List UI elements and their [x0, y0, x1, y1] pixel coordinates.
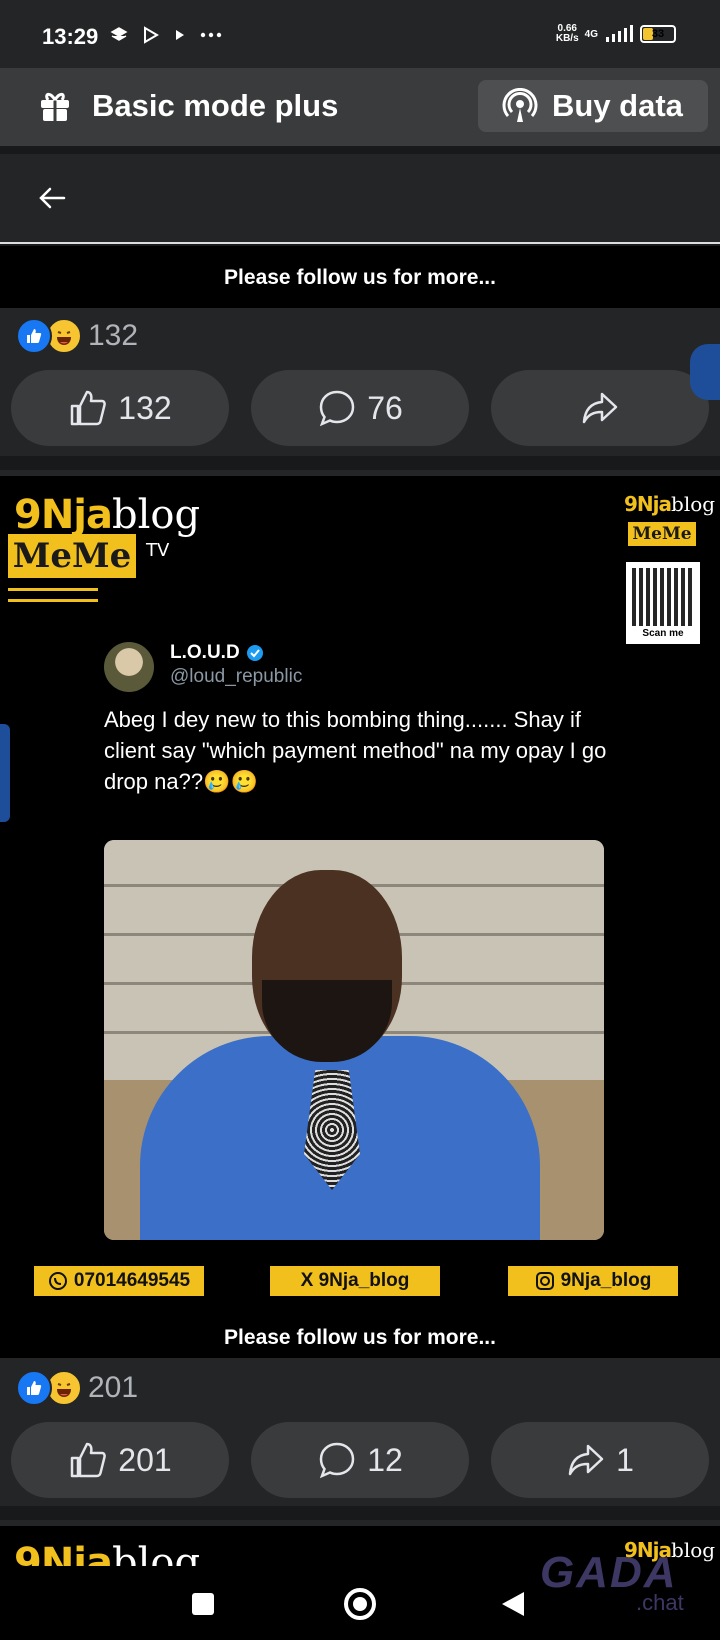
qr-code: Scan me	[626, 562, 700, 644]
brand-logo: 9Njablog	[14, 1540, 201, 1566]
comment-count: 76	[367, 389, 403, 426]
thumbs-up-icon	[71, 1442, 107, 1478]
verified-badge-icon	[246, 645, 263, 661]
reaction-summary[interactable]: 132	[16, 318, 138, 354]
like-count: 201	[118, 1441, 172, 1478]
whatsapp-icon	[48, 1272, 67, 1290]
brand-logo: 9Njablog	[14, 492, 201, 538]
comment-button[interactable]: 12	[251, 1422, 469, 1498]
whatsapp-contact: 07014649545	[34, 1266, 204, 1296]
broadcast-icon	[502, 88, 538, 122]
battery-icon: 33	[640, 25, 676, 43]
back-arrow-icon[interactable]	[36, 182, 68, 214]
post-divider	[0, 1506, 720, 1520]
qr-pattern	[632, 568, 694, 626]
comment-icon	[319, 390, 355, 427]
image-caption: Please follow us for more...	[224, 1326, 496, 1349]
reaction-count: 132	[88, 319, 139, 352]
home-icon[interactable]	[344, 1588, 376, 1620]
qr-label: Scan me	[642, 628, 684, 639]
avatar	[104, 642, 154, 692]
translate-bubble[interactable]	[690, 344, 720, 400]
share-icon	[568, 1444, 604, 1476]
image-caption: Please follow us for more...	[224, 266, 496, 289]
back-icon[interactable]	[502, 1592, 524, 1616]
layers-icon	[110, 27, 128, 41]
like-reaction-icon	[16, 318, 52, 354]
network-type: 4G	[584, 28, 598, 40]
status-notification-icons	[110, 26, 222, 44]
play-store-icon	[144, 26, 159, 44]
comment-count: 12	[367, 1441, 403, 1478]
tv-label: TV	[146, 540, 170, 561]
like-button[interactable]: 201	[11, 1422, 229, 1498]
thumbs-up-icon	[71, 390, 107, 426]
battery-level: 33	[651, 28, 665, 40]
status-time: 13:29	[42, 24, 99, 49]
reaction-count: 201	[88, 1371, 139, 1404]
instagram-icon	[535, 1272, 554, 1290]
like-button[interactable]: 132	[11, 370, 229, 446]
share-button[interactable]: 1	[491, 1422, 709, 1498]
buy-data-label: Buy data	[552, 88, 683, 123]
meme-badge-small: MeMe	[628, 522, 696, 546]
tweet-handle: @loud_republic	[170, 666, 303, 687]
x-contact: X 9Nja_blog	[270, 1266, 440, 1296]
play-icon	[176, 30, 184, 40]
edge-panel-handle[interactable]	[0, 724, 10, 822]
like-count: 132	[118, 389, 172, 426]
brand-lines	[8, 588, 98, 602]
post-image-bottom[interactable]: Please follow us for more...	[0, 246, 720, 308]
watermark-sub: .chat	[636, 1590, 684, 1615]
top-nav-bar	[0, 154, 720, 244]
like-reaction-icon	[16, 1370, 52, 1406]
brand-logo-small: 9Njablog	[624, 492, 716, 516]
tweet-photo	[104, 840, 604, 1240]
status-right-group: 0.66 KB/s 4G 33	[556, 24, 676, 44]
share-count: 1	[616, 1441, 634, 1478]
buy-data-button[interactable]: Buy data	[478, 80, 708, 132]
post-image[interactable]: 9Njablog MeMe TV 9Njablog MeMe Scan me L…	[0, 476, 720, 1358]
post-divider	[0, 456, 720, 470]
reaction-summary[interactable]: 201	[16, 1370, 138, 1406]
recents-icon[interactable]	[192, 1593, 214, 1615]
share-icon	[582, 392, 618, 424]
share-button[interactable]	[491, 370, 709, 446]
more-dots-icon	[200, 32, 222, 38]
status-bar: 13:29 0.66 KB/s 4G 33	[0, 0, 720, 68]
instagram-contact: 9Nja_blog	[508, 1266, 678, 1296]
comment-icon	[319, 1442, 355, 1479]
meme-badge: MeMe	[8, 534, 136, 578]
network-speed: 0.66 KB/s	[555, 23, 579, 44]
comment-button[interactable]: 76	[251, 370, 469, 446]
basic-mode-bar: Basic mode plus Buy data	[0, 68, 720, 146]
basic-mode-title: Basic mode plus	[92, 88, 339, 123]
gift-icon	[41, 92, 69, 121]
tweet-text: Abeg I dey new to this bombing thing....…	[104, 707, 607, 794]
signal-icon	[606, 25, 633, 42]
tweet-author: L.O.U.D	[170, 642, 264, 664]
